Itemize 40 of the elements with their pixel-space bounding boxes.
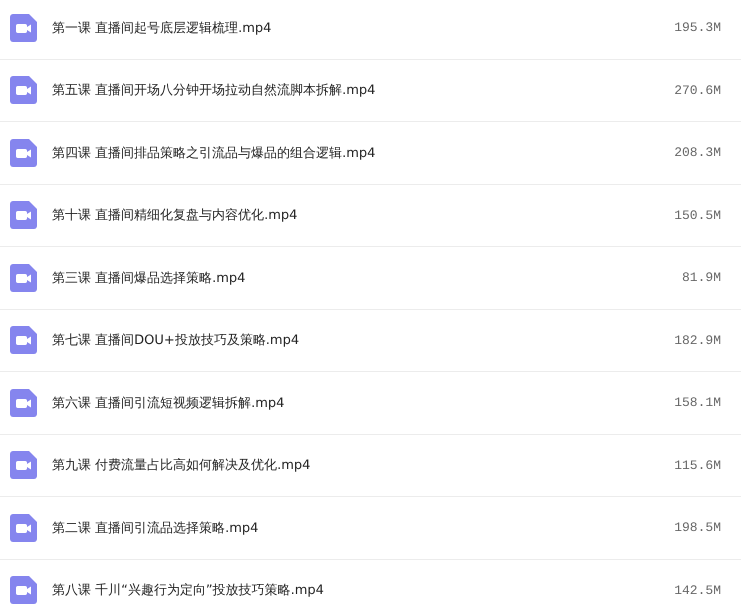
video-file-icon — [10, 76, 37, 104]
file-size: 195.3M — [674, 20, 721, 36]
file-row[interactable]: 第九课 付费流量占比高如何解决及优化.mp4 115.6M — [0, 434, 741, 497]
file-name: 第一课 直播间起号底层逻辑梳理.mp4 — [52, 20, 272, 37]
file-row[interactable]: 第三课 直播间爆品选择策略.mp4 81.9M — [0, 247, 741, 310]
video-file-icon — [10, 388, 37, 417]
file-row[interactable]: 第八课 千川“兴趣行为定向”投放技巧策略.mp4 142.5M — [0, 560, 741, 611]
file-size: 270.6M — [674, 82, 721, 98]
video-file-icon — [10, 14, 37, 42]
file-size: 150.5M — [674, 208, 721, 223]
file-name: 第四课 直播间排品策略之引流品与爆品的组合逻辑.mp4 — [52, 144, 376, 162]
video-file-icon — [10, 326, 37, 354]
file-row[interactable]: 第六课 直播间引流短视频逻辑拆解.mp4 158.1M — [0, 372, 741, 434]
file-row[interactable]: 第十课 直播间精细化复盘与内容优化.mp4 150.5M — [0, 184, 741, 247]
video-file-icon — [10, 201, 37, 230]
file-size: 208.3M — [674, 145, 721, 160]
file-row[interactable]: 第四课 直播间排品策略之引流品与爆品的组合逻辑.mp4 208.3M — [0, 122, 741, 184]
file-name: 第二课 直播间引流品选择策略.mp4 — [52, 520, 260, 537]
file-name: 第八课 千川“兴趣行为定向”投放技巧策略.mp4 — [52, 582, 325, 600]
video-file-icon — [10, 264, 37, 292]
file-row[interactable]: 第一课 直播间起号底层逻辑梳理.mp4 195.3M — [0, 0, 741, 60]
file-size: 182.9M — [674, 332, 721, 348]
file-size: 115.6M — [674, 458, 721, 473]
file-name: 第九课 付费流量占比高如何解决及优化.mp4 — [52, 457, 312, 474]
file-size: 142.5M — [674, 582, 721, 598]
file-name: 第十课 直播间精细化复盘与内容优化.mp4 — [52, 207, 298, 224]
video-file-icon — [10, 514, 37, 542]
file-name: 第五课 直播间开场八分钟开场拉动自然流脚本拆解.mp4 — [52, 82, 376, 100]
video-file-icon — [10, 138, 37, 167]
file-name: 第三课 直播间爆品选择策略.mp4 — [52, 270, 246, 287]
file-size: 81.9M — [682, 270, 721, 286]
file-row[interactable]: 第五课 直播间开场八分钟开场拉动自然流脚本拆解.mp4 270.6M — [0, 60, 741, 122]
file-size: 198.5M — [674, 520, 721, 536]
file-size: 158.1M — [674, 395, 721, 410]
file-name: 第六课 直播间引流短视频逻辑拆解.mp4 — [52, 394, 286, 412]
file-name: 第七课 直播间DOU+投放技巧及策略.mp4 — [52, 332, 300, 350]
file-row[interactable]: 第七课 直播间DOU+投放技巧及策略.mp4 182.9M — [0, 310, 741, 372]
file-row[interactable]: 第二课 直播间引流品选择策略.mp4 198.5M — [0, 497, 741, 560]
video-file-icon — [10, 576, 37, 604]
video-file-icon — [10, 451, 37, 480]
